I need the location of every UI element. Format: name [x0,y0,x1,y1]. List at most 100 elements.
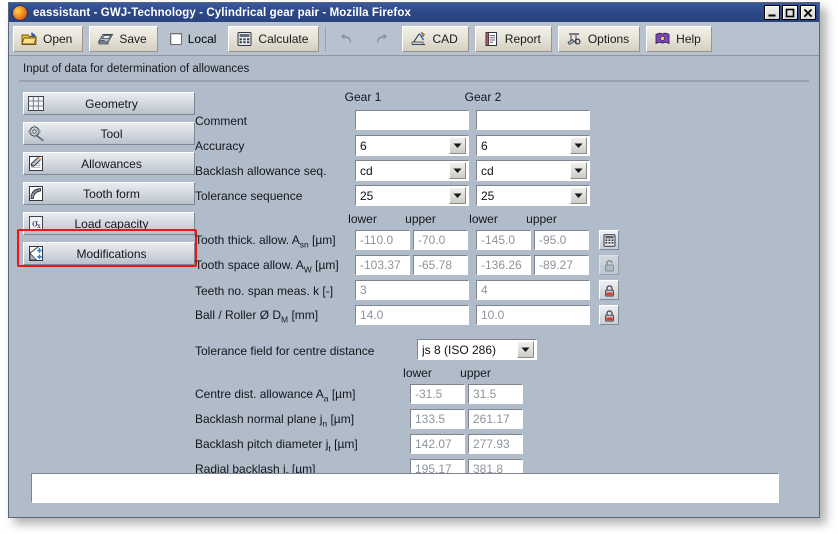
firefox-icon [12,4,28,21]
tolerance-seq-gear1-value: 25 [360,188,374,203]
row-centre-dist-allowance: Centre dist. allowance Aa [µm] [195,384,355,406]
chevron-down-icon[interactable] [517,341,534,358]
local-checkbox[interactable] [169,32,182,45]
sidebar-item-modifications[interactable]: Modifications [23,242,195,265]
row-tooth-space-allowance: Tooth space allow. AW [µm] [195,255,339,277]
label-backlash-pitch-diameter: Backlash pitch diameter jt [µm] [195,436,358,454]
tooth-thick-g2-upper[interactable]: -95.0 [534,230,589,250]
folder-open-icon [21,32,37,45]
chevron-down-icon[interactable] [570,137,587,154]
padlock-open-icon [604,259,614,271]
save-label: Save [119,31,147,46]
chevron-down-icon[interactable] [570,162,587,179]
teeth-span-lock-button[interactable] [599,280,619,300]
label-ball-roller: Ball / Roller Ø DM [mm] [195,307,319,325]
close-button[interactable] [800,5,816,20]
redo-arrow-icon [377,33,388,43]
label-tolerance-sequence: Tolerance sequence [195,189,303,203]
backlash-normal-upper: 261.17 [468,409,523,429]
title-bar: eassistant - GWJ-Technology - Cylindrica… [9,3,819,22]
maximize-button[interactable] [782,5,798,20]
local-label: Local [187,31,217,46]
tooth-thick-g2-lower[interactable]: -145.0 [476,230,531,250]
open-label: Open [43,31,73,46]
tolerance-seq-gear2-combo[interactable]: 25 [476,185,590,206]
label-accuracy: Accuracy [195,139,245,153]
comment-gear1-input[interactable] [355,110,469,130]
section-caption: Input of data for determination of allow… [19,61,809,82]
accuracy-gear1-combo[interactable]: 6 [355,135,469,156]
comment-gear2-input[interactable] [476,110,590,130]
tooth-space-g1-lower: -103.37 [355,255,410,275]
toolbar-separator [325,26,327,51]
content-area: Geometry Tool Allowances Tooth form σ x … [9,82,819,486]
backlash-seq-gear1-combo[interactable]: cd [355,160,469,181]
gauge-icon [29,186,43,201]
cad-button[interactable]: CAD [402,25,469,52]
subheader-g2-upper: upper [526,212,557,226]
row-tolerance-sequence: Tolerance sequence [195,185,302,207]
ball-roller-gear2: 10.0 [476,305,590,325]
chevron-down-icon[interactable] [570,187,587,204]
chart-cross-icon [29,246,43,261]
grid-icon [28,96,44,111]
row-ball-roller: Ball / Roller Ø DM [mm] [195,305,318,327]
sigma-icon: σ x [29,216,43,231]
backlash-pitch-lower: 142.07 [410,434,465,454]
backlash-normal-lower: 133.5 [410,409,465,429]
calculator-icon [603,233,615,247]
tolerance-seq-gear1-combo[interactable]: 25 [355,185,469,206]
result-subheader-lower: lower [403,366,432,380]
tooth-space-g1-upper: -65.78 [413,255,468,275]
sidebar-label-geometry: Geometry [85,96,138,111]
sidebar-item-tooth-form[interactable]: Tooth form [23,182,195,205]
accuracy-gear2-combo[interactable]: 6 [476,135,590,156]
sidebar-label-allowances: Allowances [81,156,142,171]
sidebar-item-tool[interactable]: Tool [23,122,195,145]
save-button[interactable]: Save [89,25,158,52]
open-button[interactable]: Open [13,25,84,52]
gear-icon [28,125,44,142]
sidebar-item-allowances[interactable]: Allowances [23,152,195,175]
tools-options-icon [567,32,581,45]
report-button[interactable]: Report [474,25,552,52]
message-output-box[interactable] [31,473,779,503]
options-button[interactable]: Options [557,25,641,52]
floppy-disk-icon [98,33,114,44]
gear2-header: Gear 2 [464,90,502,104]
local-checkbox-group[interactable]: Local [164,32,223,46]
help-label: Help [676,31,701,46]
tolerance-field-combo[interactable]: js 8 (ISO 286) [417,339,537,360]
result-subheader-upper: upper [460,366,491,380]
sidebar-item-load-capacity[interactable]: σ x Load capacity [23,212,195,235]
ball-roller-gear1: 14.0 [355,305,469,325]
chevron-down-icon[interactable] [449,187,466,204]
undo-button[interactable] [332,26,361,52]
redo-button[interactable] [367,26,396,52]
tooth-thick-g1-upper[interactable]: -70.0 [413,230,468,250]
tooth-space-lock-button[interactable] [599,255,619,275]
help-button[interactable]: Help [646,25,712,52]
calculate-button[interactable]: Calculate [228,25,320,52]
teeth-span-gear2: 4 [476,280,590,300]
row-tolerance-field: Tolerance field for centre distance [195,340,374,362]
chevron-down-icon[interactable] [449,162,466,179]
help-book-icon [655,32,670,44]
ball-roller-lock-button[interactable] [599,305,619,325]
svg-text:x: x [37,222,41,230]
sidebar-label-tool: Tool [100,126,123,141]
minimize-button[interactable] [764,5,780,20]
tolerance-field-value: js 8 (ISO 286) [422,342,497,357]
accuracy-gear2-value: 6 [481,138,488,153]
sidebar-label-tooth-form: Tooth form [83,186,140,201]
backlash-seq-gear2-combo[interactable]: cd [476,160,590,181]
label-tooth-thick-allowance: Tooth thick. allow. Asn [µm] [195,232,336,250]
sidebar-item-geometry[interactable]: Geometry [23,92,195,115]
chevron-down-icon[interactable] [449,137,466,154]
gear1-header: Gear 1 [344,90,382,104]
row-comment: Comment [195,110,247,132]
tooth-thick-g1-lower[interactable]: -110.0 [355,230,410,250]
row-teeth-span: Teeth no. span meas. k [-] [195,280,333,302]
tooth-thick-calculator-button[interactable] [599,230,619,250]
subheader-g1-upper: upper [405,212,436,226]
